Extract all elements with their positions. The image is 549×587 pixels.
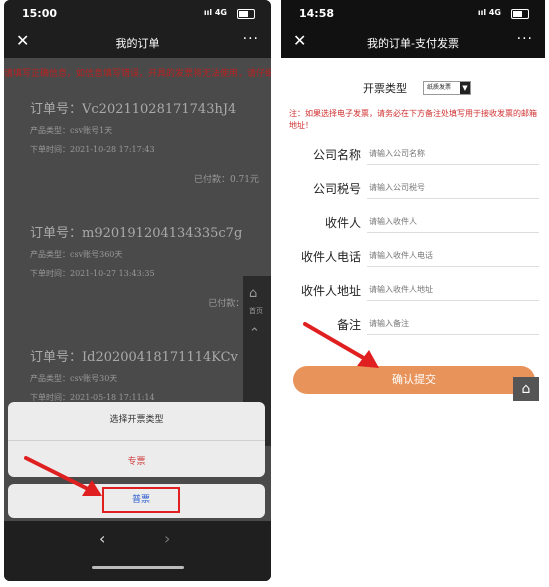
company-name-input[interactable] (367, 142, 539, 165)
home-indicator (92, 566, 184, 569)
divider (8, 440, 265, 441)
scroll-top-icon[interactable]: ⌃ (249, 326, 265, 342)
red-arrow-icon (24, 456, 102, 496)
recipient-phone-input[interactable] (367, 244, 539, 267)
left-topbar: 15:00 ııl 4G ✕ 我的订单 ··· (4, 0, 271, 58)
signal-icon: ııl 4G (203, 8, 227, 17)
form-row-company-name: 公司名称 (281, 136, 545, 170)
field-label: 收件人电话 (300, 250, 361, 264)
order-number: 订单号：m920191204134335c7g (30, 226, 243, 241)
right-phone-screen: 14:58 ııl 4G ✕ 我的订单-支付发票 ··· 开票类型 纸质发票 ▼… (281, 0, 545, 410)
order-card[interactable]: 订单号：m920191204134335c7g 产品类型：csv账号360天 下… (30, 222, 263, 342)
nav-bar: ✕ 我的订单 ··· (4, 26, 271, 58)
nav-bar: ✕ 我的订单-支付发票 ··· (281, 26, 545, 58)
tax-id-input[interactable] (367, 176, 539, 199)
email-warning: 注：如果选择电子发票，请务必在下方备注处填写用于接收发票的邮箱地址！ (289, 109, 537, 130)
order-product: 产品类型：csv账号1天 (30, 126, 113, 135)
field-label: 公司税号 (312, 182, 361, 196)
more-icon[interactable]: ··· (243, 31, 259, 47)
battery-icon (511, 9, 529, 19)
order-product: 产品类型：csv账号30天 (30, 374, 118, 383)
order-time: 下单时间：2021-10-28 17:17:43 (30, 145, 155, 154)
home-icon[interactable]: ⌂ (249, 286, 265, 302)
sheet-title: 选择开票类型 (109, 415, 164, 425)
home-icon[interactable]: ⌂ (513, 377, 539, 401)
more-icon[interactable]: ··· (517, 31, 533, 47)
order-number: 订单号：Id20200418171114KCv (30, 350, 238, 365)
status-bar: 14:58 ııl 4G (281, 0, 545, 26)
chevron-down-icon: ▼ (460, 82, 470, 94)
order-card[interactable]: 订单号：Id20200418171114KCv 产品类型：csv账号30天 下单… (30, 346, 263, 406)
order-product: 产品类型：csv账号360天 (30, 250, 123, 259)
invoice-type-select[interactable]: 纸质发票 ▼ (423, 81, 471, 95)
page-title: 我的订单 (115, 37, 160, 50)
status-time: 15:00 (22, 7, 58, 20)
invoice-type-label: 开票类型 (363, 82, 407, 95)
invoice-type-value: 纸质发票 (427, 84, 452, 91)
form-row-phone: 收件人电话 (281, 238, 545, 272)
right-topbar: 14:58 ııl 4G ✕ 我的订单-支付发票 ··· (281, 0, 545, 58)
remark-input[interactable] (367, 312, 539, 335)
form-row-address: 收件人地址 (281, 272, 545, 306)
field-label: 公司名称 (312, 148, 361, 162)
signal-icon: ııl 4G (477, 8, 501, 17)
order-card[interactable]: 订单号：Vc20211028171743hJ4 产品类型：csv账号1天 下单时… (30, 98, 263, 218)
red-arrow-icon (303, 322, 379, 368)
recipient-input[interactable] (367, 210, 539, 233)
notice-text: 请填写正确信息，如信息填写错误，开具的发票将无法使用，请仔细核对 (4, 69, 271, 79)
field-label: 收件人地址 (300, 284, 361, 298)
field-label: 收件人 (324, 216, 361, 230)
left-phone-screen: 15:00 ııl 4G ✕ 我的订单 ··· 请填写正确信息，如信息填写错误，… (4, 0, 271, 581)
status-time: 14:58 (299, 7, 335, 20)
form-row-recipient: 收件人 (281, 204, 545, 238)
status-bar: 15:00 ııl 4G (4, 0, 271, 26)
order-number: 订单号：Vc20211028171743hJ4 (30, 102, 237, 117)
forward-icon[interactable]: › (164, 529, 170, 548)
order-time: 下单时间：2021-10-27 13:43:35 (30, 269, 155, 278)
option-normal-invoice[interactable]: 普票 (102, 487, 180, 513)
browser-bottom-bar: ‹ › (4, 521, 271, 581)
order-paid: 已付款：0.71元 (193, 175, 259, 185)
back-icon[interactable]: ‹ (99, 529, 105, 548)
battery-icon (237, 9, 255, 19)
home-label: 首页 (249, 307, 263, 315)
recipient-address-input[interactable] (367, 278, 539, 301)
form-row-tax-id: 公司税号 (281, 170, 545, 204)
page-title: 我的订单-支付发票 (367, 37, 459, 50)
